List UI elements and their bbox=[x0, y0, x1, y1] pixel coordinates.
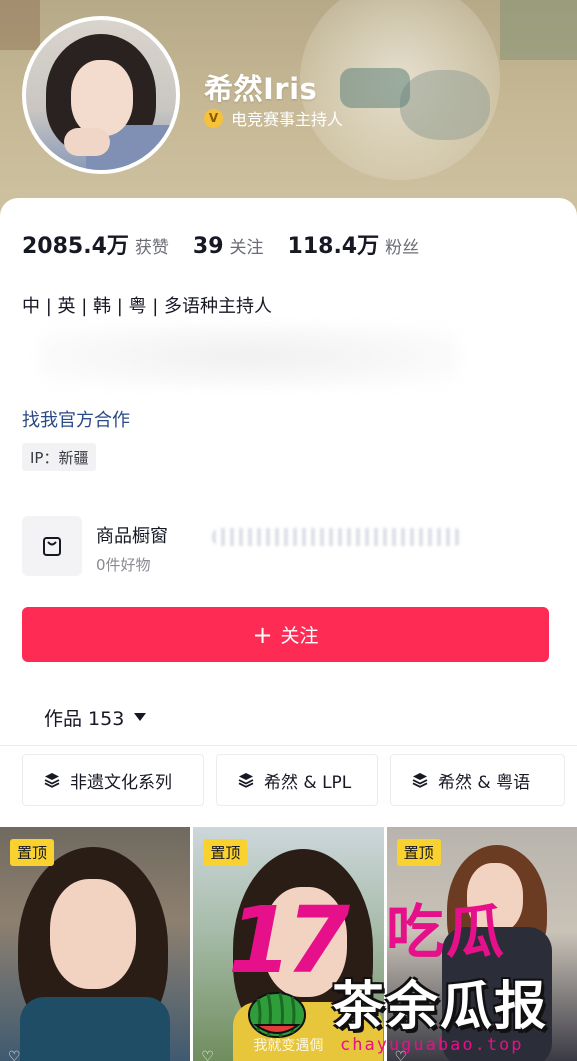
following-count[interactable]: 39 bbox=[193, 234, 224, 259]
layers-icon bbox=[238, 773, 254, 788]
pinned-badge: 置顶 bbox=[396, 839, 441, 866]
cooperation-link[interactable]: 找我官方合作 bbox=[22, 406, 130, 432]
divider bbox=[0, 745, 577, 746]
banner-background-shape bbox=[0, 0, 40, 50]
followers-label[interactable]: 粉丝 bbox=[385, 233, 419, 258]
like-count: ♡ bbox=[201, 1049, 218, 1061]
works-label: 作品 153 bbox=[44, 707, 125, 730]
follow-button-label: 关注 bbox=[280, 625, 319, 647]
banner-background-shape bbox=[500, 0, 577, 60]
shopping-bag-icon bbox=[22, 516, 82, 576]
collections-row: 非遗文化系列 希然 & LPL 希然 & 粤语 bbox=[22, 754, 577, 806]
video-thumbnail[interactable]: 置顶 ♡ bbox=[386, 827, 577, 1061]
thumbnail-figure bbox=[20, 997, 170, 1061]
layers-icon bbox=[44, 773, 60, 788]
bio-text: 中 | 英 | 韩 | 粤 | 多语种主持人 bbox=[22, 296, 273, 317]
verified-badge-icon: V bbox=[204, 108, 223, 128]
video-grid: 置顶 ♡ 置顶 我就变遇倜 ♡ 置顶 ♡ bbox=[0, 827, 577, 1061]
pinned-badge: 置顶 bbox=[203, 839, 248, 866]
thumbnail-figure bbox=[466, 863, 523, 933]
layers-icon bbox=[412, 773, 428, 788]
avatar-hand bbox=[64, 128, 110, 156]
followers-count[interactable]: 118.4万 bbox=[288, 228, 380, 260]
banner-background-shape bbox=[340, 68, 410, 108]
following-label[interactable]: 关注 bbox=[230, 233, 264, 258]
collection-chip[interactable]: 希然 & LPL bbox=[216, 754, 378, 806]
thumbnail-figure bbox=[441, 927, 552, 1061]
shop-title: 商品橱窗 bbox=[96, 526, 168, 547]
avatar-face bbox=[71, 60, 133, 136]
likes-label[interactable]: 获赞 bbox=[135, 233, 169, 258]
video-caption: 我就变遇倜 bbox=[253, 1038, 324, 1054]
caret-down-icon bbox=[134, 713, 147, 721]
verified-row: V 电竞赛事主持人 bbox=[204, 106, 343, 130]
shop-subtitle: 0件好物 bbox=[96, 556, 151, 574]
blurred-region bbox=[40, 325, 460, 387]
ip-location-tag: IP：新疆 bbox=[22, 443, 97, 471]
collection-label: 希然 & LPL bbox=[264, 772, 352, 793]
blurred-region bbox=[212, 528, 462, 546]
collection-chip[interactable]: 希然 & 粤语 bbox=[390, 754, 565, 806]
video-thumbnail[interactable]: 置顶 ♡ bbox=[0, 827, 191, 1061]
pinned-badge: 置顶 bbox=[10, 839, 55, 866]
likes-count[interactable]: 2085.4万 bbox=[22, 228, 129, 260]
shop-window[interactable]: 商品橱窗 0件好物 bbox=[22, 516, 542, 578]
plus-icon: + bbox=[252, 620, 273, 649]
like-count: ♡ bbox=[8, 1049, 25, 1061]
avatar[interactable] bbox=[22, 16, 180, 174]
follow-button[interactable]: + 关注 bbox=[22, 607, 549, 662]
heart-icon: ♡ bbox=[201, 1049, 214, 1061]
video-thumbnail[interactable]: 置顶 我就变遇倜 ♡ bbox=[193, 827, 384, 1061]
profile-name: 希然Iris bbox=[204, 72, 318, 106]
collection-label: 希然 & 粤语 bbox=[438, 772, 531, 793]
stats-row: 2085.4万 获赞 39 关注 118.4万 粉丝 bbox=[22, 228, 443, 260]
collection-label: 非遗文化系列 bbox=[70, 772, 172, 793]
like-count: ♡ bbox=[395, 1049, 412, 1061]
collection-chip[interactable]: 非遗文化系列 bbox=[22, 754, 204, 806]
heart-icon: ♡ bbox=[8, 1049, 21, 1061]
works-tab[interactable]: 作品 153 bbox=[44, 703, 147, 731]
verified-label: 电竞赛事主持人 bbox=[231, 110, 344, 129]
heart-icon: ♡ bbox=[394, 1049, 408, 1061]
banner-background-shape bbox=[400, 70, 490, 140]
thumbnail-figure bbox=[50, 879, 136, 989]
thumbnail-figure bbox=[263, 887, 348, 997]
